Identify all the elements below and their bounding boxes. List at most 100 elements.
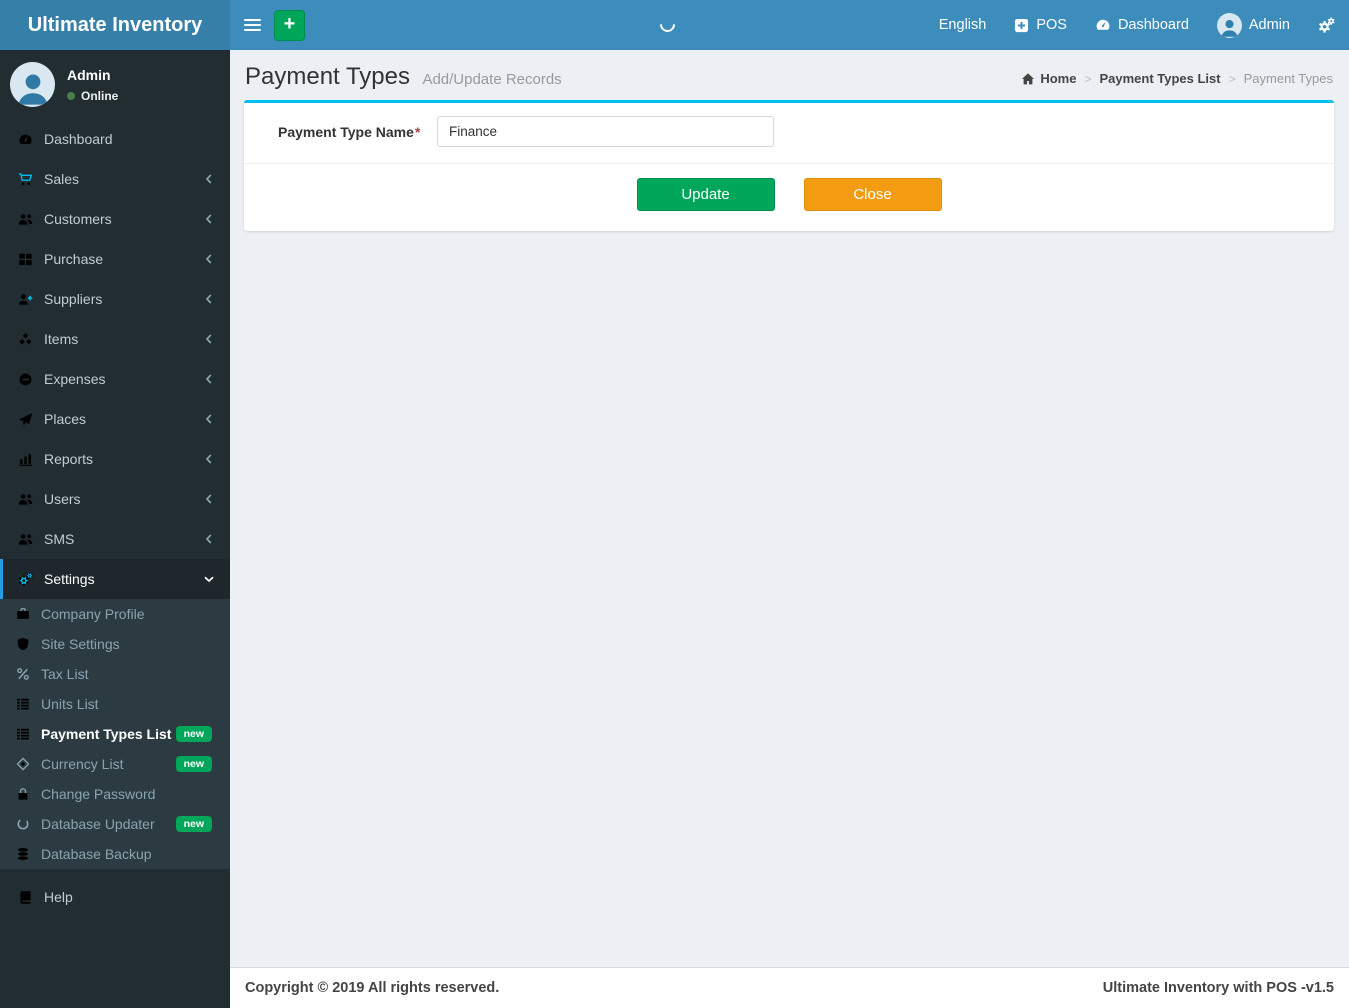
settings-menu-button[interactable] <box>1304 0 1349 50</box>
person-icon <box>1219 17 1240 38</box>
users-icon <box>18 532 44 547</box>
sidebar-item-users: Users <box>0 479 230 519</box>
pos-link[interactable]: POS <box>1000 0 1081 50</box>
sidebar: Admin Online Dashboard Sales Customers P… <box>0 50 230 1008</box>
submenu-item-site-settings: Site Settings <box>0 629 230 659</box>
navbar-main: + English POS Dashboard Admin <box>230 0 1349 50</box>
cubes-icon <box>18 332 44 347</box>
online-status-dot <box>67 91 75 100</box>
chevron-left-icon <box>204 174 214 184</box>
sidebar-item-settings: Settings <box>0 559 230 599</box>
user-plus-icon <box>18 292 44 307</box>
chevron-left-icon <box>204 454 214 464</box>
submenu-item-currency-list: Currency List new <box>0 749 230 779</box>
submenu-item-units-list: Units List <box>0 689 230 719</box>
main-content: Payment Types Add/Update Records Home > … <box>230 50 1349 1008</box>
person-icon <box>14 69 52 107</box>
payment-type-name-input[interactable] <box>437 116 774 147</box>
breadcrumb-separator: > <box>1228 71 1236 86</box>
update-button[interactable]: Update <box>636 178 775 211</box>
plus-square-icon <box>1014 18 1029 33</box>
bar-chart-icon <box>18 452 44 467</box>
chevron-left-icon <box>204 494 214 504</box>
currency-icon <box>16 757 41 771</box>
submenu-item-company-profile: Company Profile <box>0 599 230 629</box>
loading-spinner-icon <box>656 13 679 36</box>
user-menu[interactable]: Admin <box>1203 0 1304 50</box>
footer-brand-version: Ultimate Inventory with POS -v1.5 <box>1102 980 1334 996</box>
chevron-down-icon <box>204 574 214 584</box>
grid-icon <box>18 252 44 267</box>
paper-plane-icon <box>18 412 44 427</box>
cart-icon <box>18 172 44 187</box>
form-row: Payment Type Name* <box>244 103 1334 147</box>
list-icon <box>16 697 41 711</box>
sidebar-item-help: Help <box>0 877 230 917</box>
cogs-icon <box>1318 17 1335 34</box>
footer-copyright: Copyright © 2019 All rights reserved. <box>245 980 500 996</box>
book-icon <box>18 890 44 905</box>
users-icon <box>18 492 44 507</box>
briefcase-icon <box>16 607 41 621</box>
sidebar-item-sales: Sales <box>0 159 230 199</box>
list-icon <box>16 727 41 741</box>
chevron-left-icon <box>204 534 214 544</box>
breadcrumb-separator: > <box>1084 71 1092 86</box>
submenu-item-tax-list: Tax List <box>0 659 230 689</box>
content-header: Payment Types Add/Update Records Home > … <box>230 50 1349 97</box>
avatar <box>1216 12 1242 38</box>
users-icon <box>18 212 44 227</box>
sidebar-item-purchase: Purchase <box>0 239 230 279</box>
sidebar-item-places: Places <box>0 399 230 439</box>
navbar-right-menu: English POS Dashboard Admin <box>925 0 1349 50</box>
page-subtitle: Add/Update Records <box>422 71 562 88</box>
database-icon <box>16 847 41 861</box>
sidebar-toggle-button[interactable] <box>230 0 274 50</box>
top-navbar: Ultimate Inventory + English POS Dashboa… <box>0 0 1349 50</box>
sidebar-item-dashboard: Dashboard <box>0 119 230 159</box>
chevron-left-icon <box>204 374 214 384</box>
submenu-item-database-updater: Database Updater new <box>0 809 230 839</box>
dashboard-link[interactable]: Dashboard <box>1081 0 1203 50</box>
quick-add-button[interactable]: + <box>274 9 305 41</box>
close-button[interactable]: Close <box>803 178 942 211</box>
payment-type-name-label: Payment Type Name* <box>278 123 421 140</box>
page-title: Payment Types <box>245 63 410 90</box>
tachometer-icon <box>18 132 44 147</box>
submenu-item-database-backup: Database Backup <box>0 839 230 869</box>
percent-icon <box>16 667 41 681</box>
language-menu[interactable]: English <box>925 0 1001 50</box>
submenu-item-change-password: Change Password <box>0 779 230 809</box>
new-badge: new <box>175 815 212 833</box>
shield-icon <box>16 637 41 651</box>
circle-notch-icon <box>16 817 41 831</box>
footer: Copyright © 2019 All rights reserved. Ul… <box>230 967 1349 1008</box>
user-status[interactable]: Online <box>67 89 118 103</box>
app-logo[interactable]: Ultimate Inventory <box>0 0 230 50</box>
chevron-left-icon <box>204 294 214 304</box>
sidebar-menu: Dashboard Sales Customers Purchase Suppl… <box>0 119 230 599</box>
sidebar-item-suppliers: Suppliers <box>0 279 230 319</box>
payment-type-form-box: Payment Type Name* Update Close <box>244 100 1334 231</box>
sidebar-item-sms: SMS <box>0 519 230 559</box>
breadcrumb-payment-types-list[interactable]: Payment Types List <box>1099 71 1220 86</box>
lock-icon <box>16 787 41 801</box>
avatar <box>10 62 55 107</box>
home-icon <box>1021 72 1035 86</box>
sidebar-item-items: Items <box>0 319 230 359</box>
user-name: Admin <box>67 66 111 83</box>
chevron-left-icon <box>204 414 214 424</box>
breadcrumb-home[interactable]: Home <box>1021 71 1076 86</box>
new-badge: new <box>175 725 212 743</box>
sidebar-user-panel: Admin Online <box>0 50 230 119</box>
sidebar-item-customers: Customers <box>0 199 230 239</box>
settings-submenu: Company Profile Site Settings Tax List U… <box>0 599 230 869</box>
chevron-left-icon <box>204 254 214 264</box>
required-asterisk: * <box>414 123 421 140</box>
chevron-left-icon <box>204 334 214 344</box>
form-actions: Update Close <box>244 164 1334 231</box>
minus-circle-icon <box>18 372 44 387</box>
tachometer-icon <box>1095 17 1111 33</box>
breadcrumb-current: Payment Types <box>1243 71 1333 86</box>
sidebar-item-reports: Reports <box>0 439 230 479</box>
